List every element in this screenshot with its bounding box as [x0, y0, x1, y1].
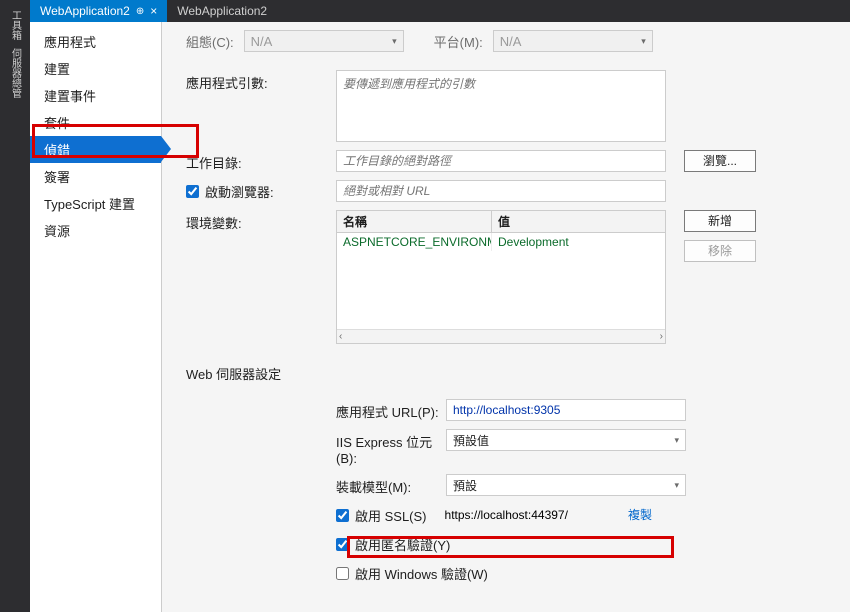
nav-item-app[interactable]: 應用程式: [30, 28, 161, 55]
tab-label: WebApplication2: [40, 4, 130, 18]
nav-item-package[interactable]: 套件: [30, 109, 161, 136]
chevron-down-icon: ▾: [641, 36, 646, 47]
config-label: 組態(C):: [186, 32, 234, 51]
add-button[interactable]: 新增: [684, 210, 756, 232]
scroll-left-icon[interactable]: ‹: [339, 331, 342, 342]
ssl-checkbox[interactable]: [336, 509, 349, 522]
env-col-value: 值: [492, 211, 665, 232]
anon-checkbox[interactable]: [336, 538, 349, 551]
platform-value: N/A: [500, 34, 522, 49]
nav-item-sign[interactable]: 簽署: [30, 163, 161, 190]
platform-label: 平台(M):: [434, 32, 483, 51]
host-label: 裝載模型(M):: [336, 474, 446, 496]
chevron-down-icon: ▾: [392, 36, 397, 47]
tab-bar: WebApplication2 ⊕ × WebApplication2: [30, 0, 850, 22]
nav-item-buildevents[interactable]: 建置事件: [30, 82, 161, 109]
args-label: 應用程式引數:: [186, 70, 336, 92]
env-row-value: Development: [492, 233, 665, 251]
property-nav: 應用程式 建置 建置事件 套件 偵錯 簽署 TypeScript 建置 資源: [30, 22, 162, 612]
url-input[interactable]: [446, 399, 686, 421]
browse-button[interactable]: 瀏覽...: [684, 150, 756, 172]
debug-form: 組態(C): N/A ▾ 平台(M): N/A ▾ 應用程式引數: 工作目錄:: [162, 22, 850, 612]
nav-item-debug[interactable]: 偵錯: [30, 136, 161, 163]
url-label: 應用程式 URL(P):: [336, 399, 446, 421]
winauth-label: 啟用 Windows 驗證(W): [355, 564, 488, 583]
workdir-input[interactable]: [336, 150, 666, 172]
tab-secondary[interactable]: WebApplication2: [167, 0, 277, 22]
tab-label: WebApplication2: [177, 4, 267, 18]
env-col-name: 名稱: [337, 211, 492, 232]
close-icon[interactable]: ×: [150, 4, 157, 18]
platform-dropdown: N/A ▾: [493, 30, 653, 52]
tab-properties-active[interactable]: WebApplication2 ⊕ ×: [30, 0, 167, 22]
chevron-down-icon: ▾: [674, 480, 679, 491]
env-row[interactable]: ASPNETCORE_ENVIRONMENT Development: [337, 233, 665, 251]
pin-icon[interactable]: ⊕: [136, 6, 144, 17]
grid-scrollbar[interactable]: ‹ ›: [337, 329, 665, 343]
nav-item-build[interactable]: 建置: [30, 55, 161, 82]
config-value: N/A: [251, 34, 273, 49]
activity-bar: 工具箱 伺服器總管: [0, 0, 30, 612]
env-grid[interactable]: 名稱 值 ASPNETCORE_ENVIRONMENT Development …: [336, 210, 666, 344]
config-dropdown: N/A ▾: [244, 30, 404, 52]
launch-browser-input[interactable]: [336, 180, 666, 202]
host-value: 預設: [453, 477, 477, 494]
launch-browser-label: 啟動瀏覽器:: [205, 182, 274, 201]
ssl-url: https://localhost:44397/: [445, 508, 568, 522]
nav-item-ts[interactable]: TypeScript 建置: [30, 190, 161, 217]
env-label: 環境變數:: [186, 210, 336, 232]
chevron-down-icon: ▾: [674, 435, 679, 446]
winauth-checkbox[interactable]: [336, 567, 349, 580]
remove-button: 移除: [684, 240, 756, 262]
scroll-right-icon[interactable]: ›: [660, 331, 663, 342]
env-row-name: ASPNETCORE_ENVIRONMENT: [337, 233, 492, 251]
launch-browser-checkbox[interactable]: [186, 185, 199, 198]
workdir-label: 工作目錄:: [186, 150, 336, 172]
iis-dropdown[interactable]: 預設值 ▾: [446, 429, 686, 451]
toolbox-tab[interactable]: 工具箱: [8, 6, 23, 44]
copy-link[interactable]: 複製: [628, 506, 652, 523]
anon-label: 啟用匿名驗證(Y): [355, 535, 450, 554]
args-input[interactable]: [336, 70, 666, 142]
nav-item-resources[interactable]: 資源: [30, 217, 161, 244]
ssl-label: 啟用 SSL(S): [355, 506, 427, 525]
host-dropdown[interactable]: 預設 ▾: [446, 474, 686, 496]
iis-value: 預設值: [453, 432, 489, 449]
iis-label: IIS Express 位元(B):: [336, 429, 446, 466]
web-section-title: Web 伺服器設定: [186, 364, 832, 383]
server-explorer-tab[interactable]: 伺服器總管: [8, 44, 23, 102]
